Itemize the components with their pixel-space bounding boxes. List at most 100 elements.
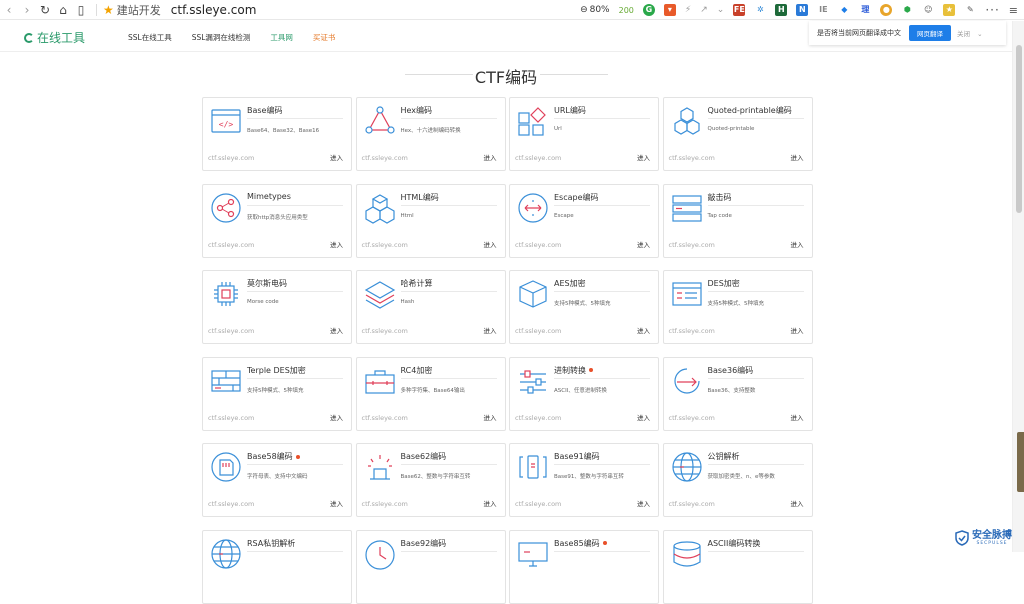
tool-card[interactable]: DES加密支持5种模式、5种填充ctf.ssleye.com进入	[663, 270, 813, 344]
nav-link[interactable]: 工具网	[270, 32, 293, 43]
card-title[interactable]: Quoted-printable编码	[708, 105, 792, 116]
tool-card[interactable]: Base58编码字符母表、支持中文编码ctf.ssleye.com进入	[202, 443, 352, 517]
more-icon[interactable]: ···	[985, 3, 999, 17]
card-enter-link[interactable]: 进入	[484, 498, 497, 508]
card-enter-link[interactable]: 进入	[484, 239, 497, 249]
card-enter-link[interactable]: 进入	[330, 325, 343, 335]
tool-card[interactable]: AES加密支持5种模式、5种填充ctf.ssleye.com进入	[509, 270, 659, 344]
card-title[interactable]: Base91编码	[554, 451, 600, 462]
nav-link[interactable]: 买证书	[313, 32, 336, 43]
tool-card[interactable]: Base36编码Base36、支持整数ctf.ssleye.com进入	[663, 357, 813, 431]
card-enter-link[interactable]: 进入	[791, 152, 804, 162]
tool-card[interactable]: Quoted-printable编码Quoted-printablectf.ss…	[663, 97, 813, 171]
share-icon[interactable]: ↗	[700, 5, 708, 15]
card-title[interactable]: 敲击码	[708, 192, 732, 203]
card-title[interactable]: RC4加密	[401, 365, 433, 376]
reader-icon[interactable]: ▯	[72, 1, 90, 19]
card-title[interactable]: Hex编码	[401, 105, 433, 116]
card-enter-link[interactable]: 进入	[637, 239, 650, 249]
extension-shield-icon[interactable]: ▾	[664, 4, 676, 16]
card-enter-link[interactable]: 进入	[330, 152, 343, 162]
card-title[interactable]: AES加密	[554, 278, 586, 289]
card-title[interactable]: Terple DES加密	[247, 365, 306, 376]
tool-card[interactable]: Mimetypes获取http消息头应用类型ctf.ssleye.com进入	[202, 184, 352, 258]
extension-pen-icon[interactable]: ✎	[964, 4, 976, 16]
card-enter-link[interactable]: 进入	[791, 412, 804, 422]
chevron-down-icon[interactable]: ⌄	[717, 5, 725, 15]
tool-card[interactable]: RC4加密多种字符集、Base64输出ctf.ssleye.com进入	[356, 357, 506, 431]
card-title[interactable]: Base62编码	[401, 451, 447, 462]
card-title[interactable]: Mimetypes	[247, 192, 291, 201]
bookmark-item[interactable]: 建站开发	[117, 2, 161, 18]
extension-snowflake-icon[interactable]: ✲	[754, 4, 766, 16]
site-logo[interactable]: 在线工具	[24, 29, 85, 46]
forward-icon[interactable]: ›	[18, 1, 36, 19]
nav-link[interactable]: SSL漏洞在线检测	[192, 32, 251, 43]
tool-card[interactable]: 公钥解析获取加密类型、n、e等参数ctf.ssleye.com进入	[663, 443, 813, 517]
card-title[interactable]: Base编码	[247, 105, 282, 116]
extension-drop-icon[interactable]: ◆	[838, 4, 850, 16]
card-enter-link[interactable]: 进入	[637, 498, 650, 508]
tool-card[interactable]: ASCII编码转换	[663, 530, 813, 604]
extension-cookie-icon[interactable]: ●	[880, 4, 892, 16]
side-float-tab[interactable]	[1017, 432, 1024, 492]
extension-text-icon[interactable]: 理	[859, 4, 871, 16]
card-title[interactable]: Base58编码	[247, 451, 300, 462]
extension-new-icon[interactable]: N	[796, 4, 808, 16]
card-title[interactable]: RSA私钥解析	[247, 538, 295, 549]
tool-card[interactable]: Base62编码Base62、整数与字符串互转ctf.ssleye.com进入	[356, 443, 506, 517]
card-enter-link[interactable]: 进入	[637, 412, 650, 422]
card-title[interactable]: HTML编码	[401, 192, 439, 203]
tool-card[interactable]: </>Base编码Base64、Base32、Base16ctf.ssleye.…	[202, 97, 352, 171]
card-enter-link[interactable]: 进入	[484, 412, 497, 422]
card-title[interactable]: DES加密	[708, 278, 740, 289]
scrollbar-thumb[interactable]	[1016, 45, 1022, 213]
card-enter-link[interactable]: 进入	[330, 412, 343, 422]
card-enter-link[interactable]: 进入	[484, 152, 497, 162]
card-enter-link[interactable]: 进入	[330, 239, 343, 249]
translate-close-button[interactable]: 关闭 ⌄	[957, 28, 983, 38]
tool-card[interactable]: 哈希计算Hashctf.ssleye.com进入	[356, 270, 506, 344]
card-title[interactable]: 莫尔斯电码	[247, 278, 287, 289]
tool-card[interactable]: Base92编码	[356, 530, 506, 604]
tool-card[interactable]: Hex编码Hex、十六进制编码转换ctf.ssleye.com进入	[356, 97, 506, 171]
back-icon[interactable]: ‹	[0, 1, 18, 19]
tool-card[interactable]: RSA私钥解析	[202, 530, 352, 604]
card-title[interactable]: 进制转换	[554, 365, 593, 376]
card-enter-link[interactable]: 进入	[484, 325, 497, 335]
menu-icon[interactable]: ≡	[1009, 4, 1018, 17]
flash-icon[interactable]: ⚡	[685, 5, 691, 15]
extension-gear-icon[interactable]: ⬢	[901, 4, 913, 16]
extension-fe-icon[interactable]: FE	[733, 4, 745, 16]
extension-ie-icon[interactable]: IE	[817, 4, 829, 16]
tool-card[interactable]: Base91编码Base91、整数与字符串互转ctf.ssleye.com进入	[509, 443, 659, 517]
tool-card[interactable]: 进制转换ASCII、任意进制转换ctf.ssleye.com进入	[509, 357, 659, 431]
card-title[interactable]: Base92编码	[401, 538, 447, 549]
tool-card[interactable]: 敲击码Tap codectf.ssleye.com进入	[663, 184, 813, 258]
tool-card[interactable]: HTML编码Htmlctf.ssleye.com进入	[356, 184, 506, 258]
tool-card[interactable]: Escape编码Escapectf.ssleye.com进入	[509, 184, 659, 258]
card-enter-link[interactable]: 进入	[330, 498, 343, 508]
card-enter-link[interactable]: 进入	[791, 239, 804, 249]
tool-card[interactable]: 莫尔斯电码Morse codectf.ssleye.com进入	[202, 270, 352, 344]
extension-h-icon[interactable]: H	[775, 4, 787, 16]
home-icon[interactable]: ⌂	[54, 1, 72, 19]
card-title[interactable]: ASCII编码转换	[708, 538, 761, 549]
extension-smiley-icon[interactable]: ☺	[922, 4, 934, 16]
translate-button[interactable]: 网页翻译	[909, 25, 951, 41]
card-title[interactable]: Base36编码	[708, 365, 754, 376]
extension-star-icon[interactable]: ★	[943, 4, 955, 16]
card-title[interactable]: Escape编码	[554, 192, 599, 203]
card-enter-link[interactable]: 进入	[637, 325, 650, 335]
card-enter-link[interactable]: 进入	[791, 325, 804, 335]
reload-icon[interactable]: ↻	[36, 1, 54, 19]
ext-counter[interactable]: 200	[619, 6, 634, 15]
card-title[interactable]: URL编码	[554, 105, 586, 116]
card-enter-link[interactable]: 进入	[791, 498, 804, 508]
card-title[interactable]: 公钥解析	[708, 451, 740, 462]
zoom-indicator[interactable]: ⊖ 80%	[580, 5, 610, 15]
nav-link[interactable]: SSL在线工具	[128, 32, 172, 43]
address-bar[interactable]: ctf.ssleye.com	[171, 3, 257, 17]
tool-card[interactable]: Terple DES加密支持5种模式、5种填充ctf.ssleye.com进入	[202, 357, 352, 431]
tool-card[interactable]: URL编码Urlctf.ssleye.com进入	[509, 97, 659, 171]
